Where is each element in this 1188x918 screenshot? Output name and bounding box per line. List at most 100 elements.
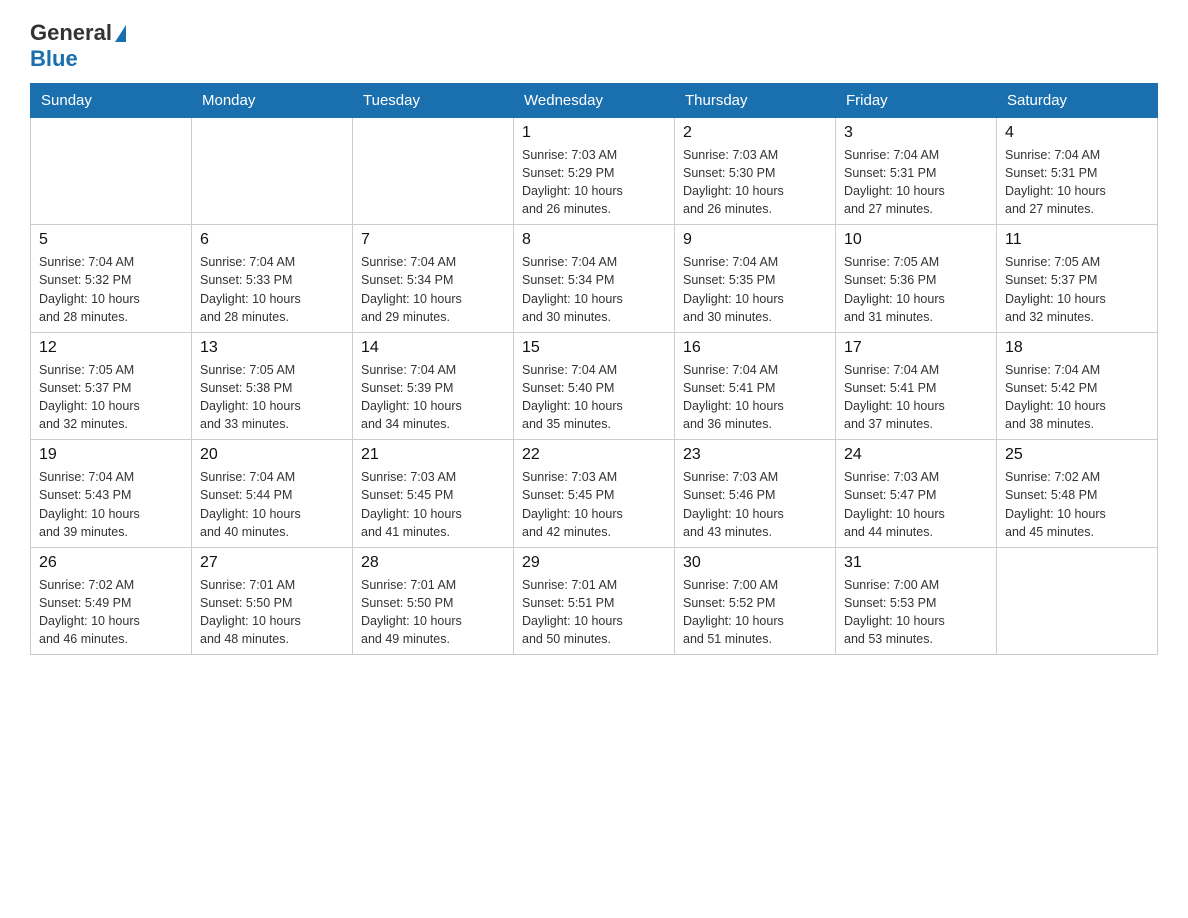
day-number: 13 [200, 339, 344, 357]
column-header-monday: Monday [192, 83, 353, 117]
day-info: Sunrise: 7:04 AM Sunset: 5:33 PM Dayligh… [200, 253, 344, 326]
day-info: Sunrise: 7:04 AM Sunset: 5:31 PM Dayligh… [1005, 146, 1149, 219]
day-number: 5 [39, 231, 183, 249]
logo-triangle-icon [115, 25, 126, 42]
calendar-week-2: 5Sunrise: 7:04 AM Sunset: 5:32 PM Daylig… [31, 225, 1158, 333]
column-header-thursday: Thursday [675, 83, 836, 117]
day-number: 10 [844, 231, 988, 249]
day-info: Sunrise: 7:01 AM Sunset: 5:51 PM Dayligh… [522, 576, 666, 649]
calendar-cell: 17Sunrise: 7:04 AM Sunset: 5:41 PM Dayli… [836, 332, 997, 440]
day-info: Sunrise: 7:05 AM Sunset: 5:38 PM Dayligh… [200, 361, 344, 434]
day-number: 7 [361, 231, 505, 249]
calendar-cell: 7 Sunrise: 7:04 AM Sunset: 5:34 PM Daylig… [353, 225, 514, 333]
calendar-cell: 22 Sunrise: 7:03 AM Sunset: 5:45 PM Dayli… [514, 440, 675, 548]
calendar-cell: 9 Sunrise: 7:04 AM Sunset: 5:35 PM Daylig… [675, 225, 836, 333]
day-number: 8 [522, 231, 666, 249]
calendar-cell: 10Sunrise: 7:05 AM Sunset: 5:36 PM Dayli… [836, 225, 997, 333]
day-info: Sunrise: 7:04 AM Sunset: 5:31 PM Dayligh… [844, 146, 988, 219]
day-number: 28 [361, 554, 505, 572]
calendar-cell: 26 Sunrise: 7:02 AM Sunset: 5:49 PM Dayli… [31, 547, 192, 655]
day-info: Sunrise: 7:04 AM Sunset: 5:41 PM Dayligh… [683, 361, 827, 434]
day-number: 24 [844, 446, 988, 464]
day-info: Sunrise: 7:00 AM Sunset: 5:52 PM Dayligh… [683, 576, 827, 649]
day-number: 29 [522, 554, 666, 572]
calendar-cell: 4 Sunrise: 7:04 AM Sunset: 5:31 PM Daylig… [997, 117, 1158, 225]
day-info: Sunrise: 7:04 AM Sunset: 5:34 PM Dayligh… [361, 253, 505, 326]
day-info: Sunrise: 7:04 AM Sunset: 5:40 PM Dayligh… [522, 361, 666, 434]
column-header-friday: Friday [836, 83, 997, 117]
day-number: 3 [844, 124, 988, 142]
day-info: Sunrise: 7:03 AM Sunset: 5:47 PM Dayligh… [844, 468, 988, 541]
calendar-cell: 1 Sunrise: 7:03 AM Sunset: 5:29 PM Daylig… [514, 117, 675, 225]
day-number: 15 [522, 339, 666, 357]
day-number: 22 [522, 446, 666, 464]
day-info: Sunrise: 7:03 AM Sunset: 5:45 PM Dayligh… [361, 468, 505, 541]
day-number: 6 [200, 231, 344, 249]
day-number: 25 [1005, 446, 1149, 464]
day-number: 4 [1005, 124, 1149, 142]
calendar-cell [31, 117, 192, 225]
day-number: 1 [522, 124, 666, 142]
calendar-cell: 28 Sunrise: 7:01 AM Sunset: 5:50 PM Dayli… [353, 547, 514, 655]
day-info: Sunrise: 7:04 AM Sunset: 5:43 PM Dayligh… [39, 468, 183, 541]
calendar-cell [997, 547, 1158, 655]
day-info: Sunrise: 7:05 AM Sunset: 5:37 PM Dayligh… [1005, 253, 1149, 326]
day-info: Sunrise: 7:04 AM Sunset: 5:41 PM Dayligh… [844, 361, 988, 434]
day-number: 2 [683, 124, 827, 142]
calendar-week-1: 1 Sunrise: 7:03 AM Sunset: 5:29 PM Daylig… [31, 117, 1158, 225]
calendar-cell: 30 Sunrise: 7:00 AM Sunset: 5:52 PM Dayli… [675, 547, 836, 655]
calendar-cell: 5Sunrise: 7:04 AM Sunset: 5:32 PM Daylig… [31, 225, 192, 333]
calendar-cell: 8Sunrise: 7:04 AM Sunset: 5:34 PM Daylig… [514, 225, 675, 333]
day-number: 21 [361, 446, 505, 464]
day-info: Sunrise: 7:05 AM Sunset: 5:37 PM Dayligh… [39, 361, 183, 434]
calendar-week-3: 12 Sunrise: 7:05 AM Sunset: 5:37 PM Dayli… [31, 332, 1158, 440]
calendar-cell: 13 Sunrise: 7:05 AM Sunset: 5:38 PM Dayli… [192, 332, 353, 440]
logo-blue-text: Blue [30, 46, 126, 72]
day-info: Sunrise: 7:03 AM Sunset: 5:45 PM Dayligh… [522, 468, 666, 541]
day-number: 19 [39, 446, 183, 464]
day-info: Sunrise: 7:03 AM Sunset: 5:29 PM Dayligh… [522, 146, 666, 219]
day-info: Sunrise: 7:04 AM Sunset: 5:39 PM Dayligh… [361, 361, 505, 434]
day-number: 18 [1005, 339, 1149, 357]
day-number: 27 [200, 554, 344, 572]
day-number: 12 [39, 339, 183, 357]
day-info: Sunrise: 7:02 AM Sunset: 5:49 PM Dayligh… [39, 576, 183, 649]
day-number: 14 [361, 339, 505, 357]
day-info: Sunrise: 7:03 AM Sunset: 5:30 PM Dayligh… [683, 146, 827, 219]
day-number: 23 [683, 446, 827, 464]
column-header-saturday: Saturday [997, 83, 1158, 117]
calendar-week-4: 19 Sunrise: 7:04 AM Sunset: 5:43 PM Dayli… [31, 440, 1158, 548]
calendar-cell: 2 Sunrise: 7:03 AM Sunset: 5:30 PM Daylig… [675, 117, 836, 225]
calendar-cell: 16 Sunrise: 7:04 AM Sunset: 5:41 PM Dayli… [675, 332, 836, 440]
calendar-cell: 25Sunrise: 7:02 AM Sunset: 5:48 PM Dayli… [997, 440, 1158, 548]
column-header-wednesday: Wednesday [514, 83, 675, 117]
day-number: 9 [683, 231, 827, 249]
logo: General Blue [30, 20, 126, 73]
logo-general-text: General [30, 20, 126, 46]
calendar-cell: 14 Sunrise: 7:04 AM Sunset: 5:39 PM Dayli… [353, 332, 514, 440]
day-number: 16 [683, 339, 827, 357]
day-info: Sunrise: 7:01 AM Sunset: 5:50 PM Dayligh… [361, 576, 505, 649]
day-number: 20 [200, 446, 344, 464]
calendar-cell: 19 Sunrise: 7:04 AM Sunset: 5:43 PM Dayli… [31, 440, 192, 548]
calendar-cell: 23 Sunrise: 7:03 AM Sunset: 5:46 PM Dayli… [675, 440, 836, 548]
calendar-cell: 12 Sunrise: 7:05 AM Sunset: 5:37 PM Dayli… [31, 332, 192, 440]
day-info: Sunrise: 7:00 AM Sunset: 5:53 PM Dayligh… [844, 576, 988, 649]
day-number: 30 [683, 554, 827, 572]
calendar-cell: 3 Sunrise: 7:04 AM Sunset: 5:31 PM Daylig… [836, 117, 997, 225]
calendar-cell: 20 Sunrise: 7:04 AM Sunset: 5:44 PM Dayli… [192, 440, 353, 548]
logo-container: General Blue [30, 20, 126, 73]
day-info: Sunrise: 7:03 AM Sunset: 5:46 PM Dayligh… [683, 468, 827, 541]
calendar-header-row: SundayMondayTuesdayWednesdayThursdayFrid… [31, 83, 1158, 117]
day-number: 26 [39, 554, 183, 572]
calendar-cell: 31Sunrise: 7:00 AM Sunset: 5:53 PM Dayli… [836, 547, 997, 655]
column-header-tuesday: Tuesday [353, 83, 514, 117]
page-header: General Blue [30, 20, 1158, 73]
day-info: Sunrise: 7:04 AM Sunset: 5:35 PM Dayligh… [683, 253, 827, 326]
calendar-cell: 6 Sunrise: 7:04 AM Sunset: 5:33 PM Daylig… [192, 225, 353, 333]
calendar-cell [353, 117, 514, 225]
day-info: Sunrise: 7:04 AM Sunset: 5:42 PM Dayligh… [1005, 361, 1149, 434]
day-number: 11 [1005, 231, 1149, 249]
day-info: Sunrise: 7:01 AM Sunset: 5:50 PM Dayligh… [200, 576, 344, 649]
day-info: Sunrise: 7:04 AM Sunset: 5:44 PM Dayligh… [200, 468, 344, 541]
